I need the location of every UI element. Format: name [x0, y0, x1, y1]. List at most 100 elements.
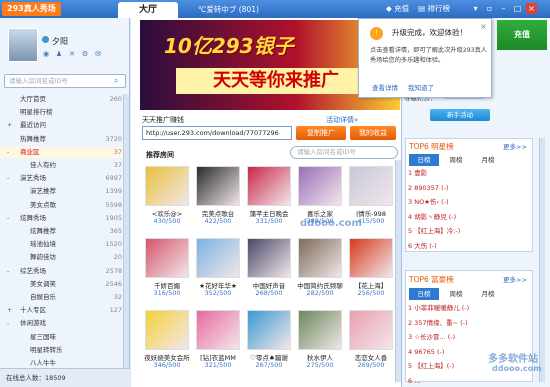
room-card[interactable]: 【花上海】 256/500 — [342, 238, 400, 300]
menu-item[interactable]: + 十人专区 127 — [0, 305, 128, 316]
rich-rank-tab-day[interactable]: 日榜 — [409, 288, 439, 300]
right-scrollbar[interactable] — [539, 138, 545, 382]
menu-item[interactable]: 大厅首页 260 — [0, 94, 128, 105]
recharge-button[interactable]: 充值 — [497, 20, 547, 50]
menu-item[interactable]: 演艺推荐 1399 — [0, 186, 128, 197]
room-thumbnail[interactable] — [145, 166, 189, 206]
mail-icon[interactable]: ✉ — [94, 50, 102, 58]
rank-row[interactable]: 2 357情缘、重~ (-) — [408, 318, 528, 329]
room-thumbnail[interactable] — [298, 166, 342, 206]
left-scrollbar[interactable] — [123, 94, 129, 368]
room-card[interactable]: ♡零点♠蹦谢 267/500 — [240, 310, 298, 372]
rank-row[interactable]: 2 890357 (-) — [408, 183, 528, 194]
room-thumbnail[interactable] — [349, 166, 393, 206]
rich-rank-more-link[interactable]: 更多>> — [503, 274, 527, 284]
room-card[interactable]: 夜妖娆美女会所 346/500 — [138, 310, 196, 372]
left-search-input[interactable]: 请输入房间名或ID号 — [4, 74, 126, 88]
star-rank-more-link[interactable]: 更多>> — [503, 141, 527, 151]
room-card[interactable]: 千娇百媚 316/500 — [138, 238, 196, 300]
tab-hall[interactable]: 大厅 — [118, 2, 178, 18]
close-icon[interactable]: × — [526, 3, 537, 14]
star-rank-tab-month[interactable]: 月榜 — [473, 154, 503, 166]
minimize-icon[interactable]: – — [498, 3, 509, 14]
room-card[interactable]: 中国简约氏频聊 282/500 — [291, 238, 349, 300]
expand-icon[interactable]: + — [7, 305, 12, 316]
settings-icon[interactable]: ▾ — [470, 3, 481, 14]
room-thumbnail[interactable] — [298, 238, 342, 278]
room-thumbnail[interactable] — [196, 166, 240, 206]
share-help-link[interactable]: 活动详情» — [326, 115, 358, 125]
my-income-button[interactable]: 我的收益 — [350, 126, 396, 140]
room-thumbnail[interactable] — [145, 310, 189, 350]
room-search-input[interactable]: 请输入房间名或ID号 — [290, 146, 398, 159]
rank-row[interactable]: 4 胡影丶静児 (-) — [408, 212, 528, 223]
skin-icon[interactable]: ▫ — [484, 3, 495, 14]
ranking-top-button[interactable]: ▤ 排行榜 — [418, 3, 450, 15]
rank-row[interactable]: 5 【红上海】冷:-) — [408, 226, 528, 237]
menu-item[interactable]: 自娱自乐 32 — [0, 292, 128, 303]
rich-rank-tab-month[interactable]: 月榜 — [473, 288, 503, 300]
room-card[interactable]: 完美点歌台 422/500 — [189, 166, 247, 228]
menu-item[interactable]: - 炫舞秀场 1905 — [0, 213, 128, 224]
menu-item[interactable]: - 商业区 37 — [0, 146, 128, 158]
rank-row[interactable]: 1 壹影 — [408, 168, 528, 179]
room-thumbnail[interactable] — [298, 310, 342, 350]
room-card[interactable]: 秋水伊人 275/500 — [291, 310, 349, 372]
menu-item[interactable]: - 演艺秀场 6997 — [0, 173, 128, 184]
menu-item[interactable]: 星三国味 — [0, 332, 128, 343]
vip-icon[interactable]: ◉ — [42, 50, 50, 58]
share-url-field[interactable]: http://user.293.com/download/77077296 — [142, 126, 292, 140]
newbie-activity-button[interactable]: 新手活动 — [430, 109, 490, 121]
room-card[interactable]: 中国好声音 268/500 — [240, 238, 298, 300]
collapse-icon[interactable]: - — [7, 266, 9, 277]
room-thumbnail[interactable] — [196, 238, 240, 278]
room-card[interactable]: [钻]衣蓝MM 321/500 — [189, 310, 247, 372]
rank-row[interactable]: 6 ... — [408, 376, 528, 387]
menu-item[interactable]: 明星转转乐 — [0, 345, 128, 356]
tools-icon[interactable]: ✕ — [68, 50, 76, 58]
room-card[interactable]: 恋恋女人香 269/500 — [342, 310, 400, 372]
collapse-icon[interactable]: - — [7, 173, 9, 184]
star-rank-tab-week[interactable]: 周榜 — [441, 154, 471, 166]
gear-icon[interactable]: ⚙ — [81, 50, 89, 58]
room-thumbnail[interactable] — [349, 310, 393, 350]
menu-item[interactable]: + 最近访问 — [0, 120, 128, 131]
collapse-icon[interactable]: - — [7, 213, 9, 224]
room-card[interactable]: ★花好年华★ 352/500 — [189, 238, 247, 300]
menu-item[interactable]: - 综艺秀场 2578 — [0, 266, 128, 277]
avatar[interactable] — [8, 28, 38, 62]
room-thumbnail[interactable] — [247, 238, 291, 278]
expand-icon[interactable]: + — [7, 120, 12, 131]
copy-promo-button[interactable]: 复制推广 — [296, 126, 346, 140]
menu-item[interactable]: 炫舞推荐 365 — [0, 226, 128, 237]
popup-details-link[interactable]: 查看详情 — [372, 82, 398, 92]
room-thumbnail[interactable] — [247, 310, 291, 350]
user-icon[interactable]: ♟ — [55, 50, 63, 58]
recharge-top-button[interactable]: ◆ 充值 — [386, 3, 409, 15]
menu-item[interactable]: 舞韵佳坊 20 — [0, 252, 128, 263]
maximize-icon[interactable]: □ — [512, 3, 523, 14]
menu-item[interactable]: 明星排行榜 — [0, 107, 128, 118]
room-card[interactable]: <欢乐@> 430/500 — [138, 166, 196, 228]
room-thumbnail[interactable] — [349, 238, 393, 278]
rank-row[interactable]: 6 大伤 (-) — [408, 241, 528, 252]
rank-row[interactable]: 3 ☆长沙冒... (-) — [408, 332, 528, 343]
popup-close-icon[interactable]: × — [480, 22, 487, 31]
collapse-icon[interactable]: - — [7, 318, 9, 329]
search-icon[interactable]: ⌕ — [114, 76, 118, 86]
menu-item[interactable]: 佳人有约 37 — [0, 160, 128, 171]
room-thumbnail[interactable] — [196, 310, 240, 350]
menu-item[interactable]: 瑶池仙境 1520 — [0, 239, 128, 250]
star-rank-tab-day[interactable]: 日榜 — [409, 154, 439, 166]
menu-item[interactable]: 美女调笑 2546 — [0, 279, 128, 290]
room-card[interactable]: 蒲芊主日晚会 331/500 — [240, 166, 298, 228]
room-thumbnail[interactable] — [145, 238, 189, 278]
tab-room[interactable]: ℃爱转中ブ (801) — [182, 2, 292, 18]
menu-item[interactable]: 热舞推荐 3720 — [0, 134, 128, 145]
menu-item[interactable]: - 休闲游戏 — [0, 318, 128, 329]
room-thumbnail[interactable] — [247, 166, 291, 206]
rank-row[interactable]: 3 NO★伤‹ (-) — [408, 197, 528, 208]
popup-ok-link[interactable]: 我知道了 — [408, 82, 434, 92]
menu-item[interactable]: 美女点歌 5598 — [0, 200, 128, 211]
collapse-icon[interactable]: - — [7, 147, 9, 158]
